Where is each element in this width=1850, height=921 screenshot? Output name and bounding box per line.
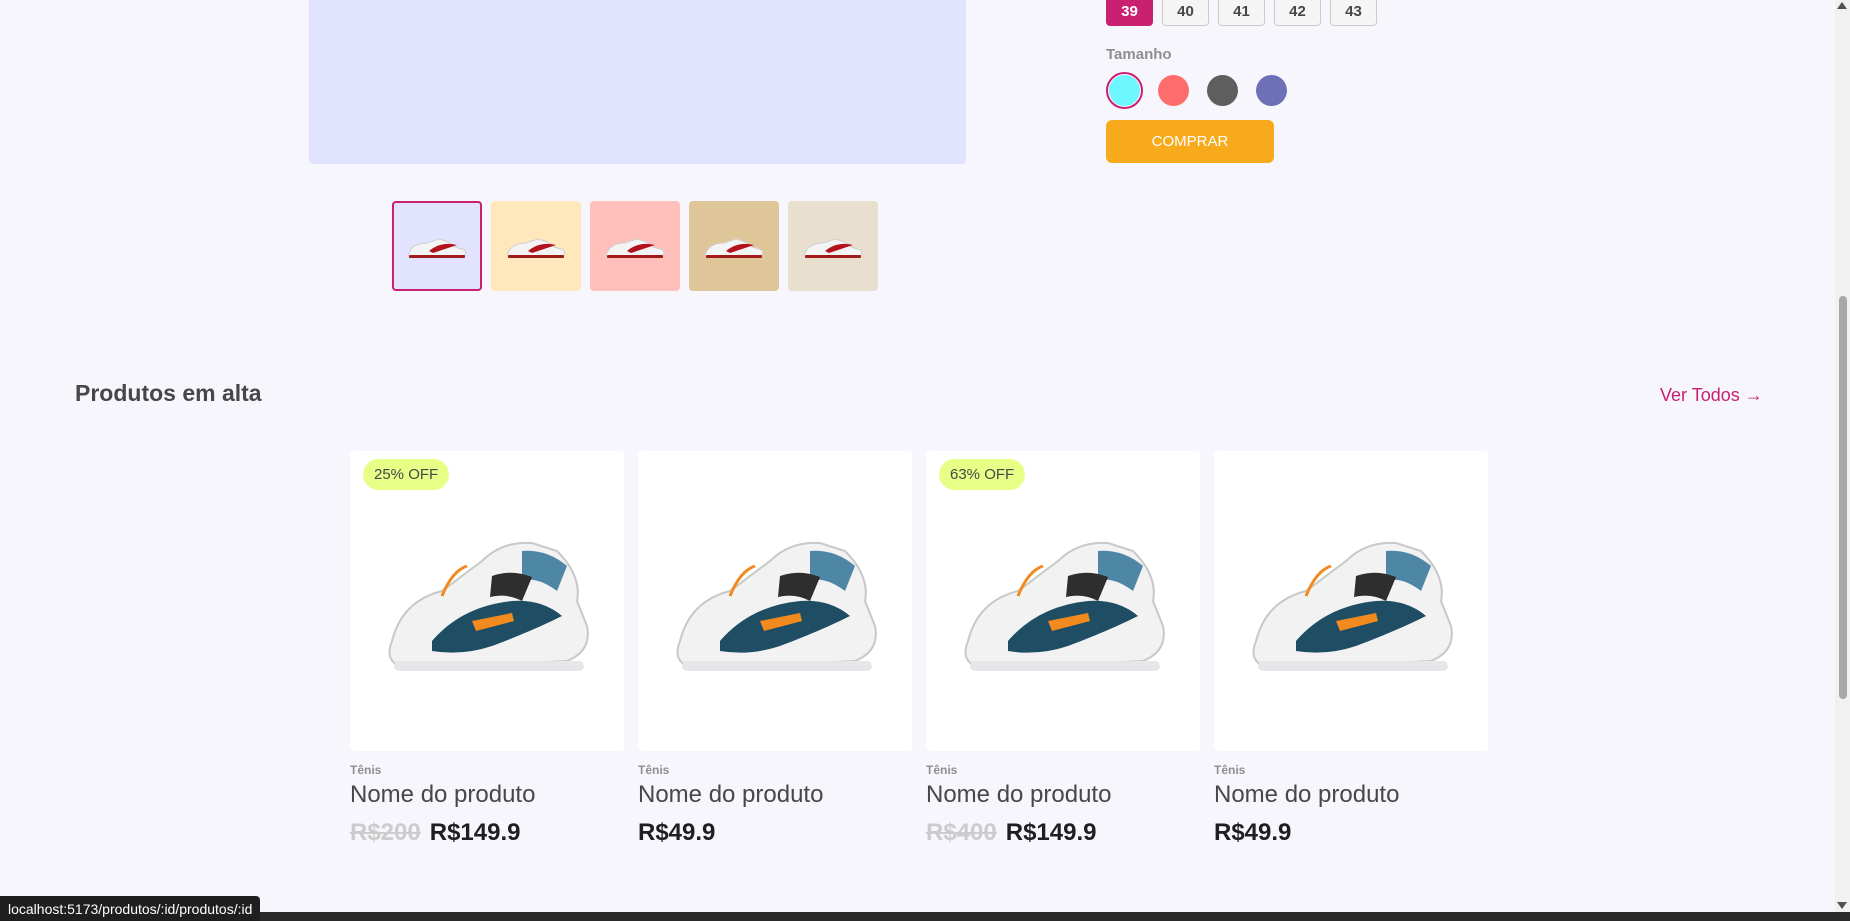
color-swatch-2[interactable] [1155, 72, 1192, 109]
product-category: Tênis [926, 763, 958, 777]
scroll-down-icon[interactable] [1837, 902, 1847, 909]
scroll-thumb[interactable] [1839, 296, 1847, 699]
size-option-40[interactable]: 40 [1162, 0, 1209, 26]
product-card[interactable]: Tênis Nome do produto R$49.9 [638, 451, 912, 847]
sneaker-image-icon [388, 541, 589, 671]
color-selector [1106, 72, 1290, 109]
product-name[interactable]: Nome do produto [350, 781, 624, 809]
product-prices: R$49.9 [1214, 819, 1488, 847]
old-price: R$400 [926, 819, 997, 846]
product-image[interactable] [638, 451, 912, 751]
sneaker-thumb-icon [704, 238, 764, 258]
product-list: 25% OFF Tênis Nome do produto R$200 R$14… [350, 451, 1488, 847]
window-bottom-edge [0, 912, 1850, 921]
current-price: R$49.9 [638, 819, 716, 846]
product-image[interactable]: 25% OFF [350, 451, 624, 751]
product-name[interactable]: Nome do produto [926, 781, 1200, 809]
buy-button[interactable]: COMPRAR [1106, 120, 1274, 163]
link-status-bar: localhost:5173/produtos/:id/produtos/:id [0, 896, 261, 921]
size-option-42[interactable]: 42 [1274, 0, 1321, 26]
sneaker-thumb-icon [506, 238, 566, 258]
color-label: Tamanho [1106, 46, 1172, 63]
thumbnail-5[interactable] [788, 201, 878, 291]
section-title: Produtos em alta [75, 380, 262, 406]
see-all-link[interactable]: Ver Todos → [1660, 385, 1763, 406]
size-option-39[interactable]: 39 [1106, 0, 1153, 26]
product-image[interactable]: 63% OFF [926, 451, 1200, 751]
product-card[interactable]: 63% OFF Tênis Nome do produto R$400 R$14… [926, 451, 1200, 847]
color-swatch-4[interactable] [1253, 72, 1290, 109]
color-swatch-3[interactable] [1204, 72, 1241, 109]
product-card[interactable]: Tênis Nome do produto R$49.9 [1214, 451, 1488, 847]
current-price: R$49.9 [1214, 819, 1292, 846]
product-name[interactable]: Nome do produto [1214, 781, 1488, 809]
sneaker-thumb-icon [407, 238, 467, 258]
old-price: R$200 [350, 819, 421, 846]
scroll-up-icon[interactable] [1837, 2, 1847, 9]
sneaker-thumb-icon [605, 238, 665, 258]
thumbnail-3[interactable] [590, 201, 680, 291]
product-prices: R$400 R$149.9 [926, 819, 1200, 847]
thumbnail-list [392, 201, 878, 291]
product-prices: R$200 R$149.9 [350, 819, 624, 847]
product-image[interactable] [1214, 451, 1488, 751]
thumbnail-4[interactable] [689, 201, 779, 291]
sneaker-image-icon [964, 541, 1165, 671]
current-price: R$149.9 [429, 819, 521, 846]
scrollbar[interactable] [1835, 0, 1850, 912]
color-swatch-1[interactable] [1106, 72, 1143, 109]
thumbnail-1[interactable] [392, 201, 482, 291]
current-price: R$149.9 [1005, 819, 1097, 846]
product-name[interactable]: Nome do produto [638, 781, 912, 809]
product-category: Tênis [350, 763, 382, 777]
sneaker-image-icon [1252, 541, 1453, 671]
size-option-41[interactable]: 41 [1218, 0, 1265, 26]
size-selector: 39 40 41 42 43 [1106, 0, 1377, 26]
size-option-43[interactable]: 43 [1330, 0, 1377, 26]
sneaker-image-icon [676, 541, 877, 671]
discount-badge: 63% OFF [939, 459, 1026, 490]
product-category: Tênis [1214, 763, 1246, 777]
sneaker-thumb-icon [803, 238, 863, 258]
thumbnail-2[interactable] [491, 201, 581, 291]
discount-badge: 25% OFF [363, 459, 450, 490]
product-prices: R$49.9 [638, 819, 912, 847]
product-card[interactable]: 25% OFF Tênis Nome do produto R$200 R$14… [350, 451, 624, 847]
product-main-image [309, 0, 966, 164]
product-category: Tênis [638, 763, 670, 777]
